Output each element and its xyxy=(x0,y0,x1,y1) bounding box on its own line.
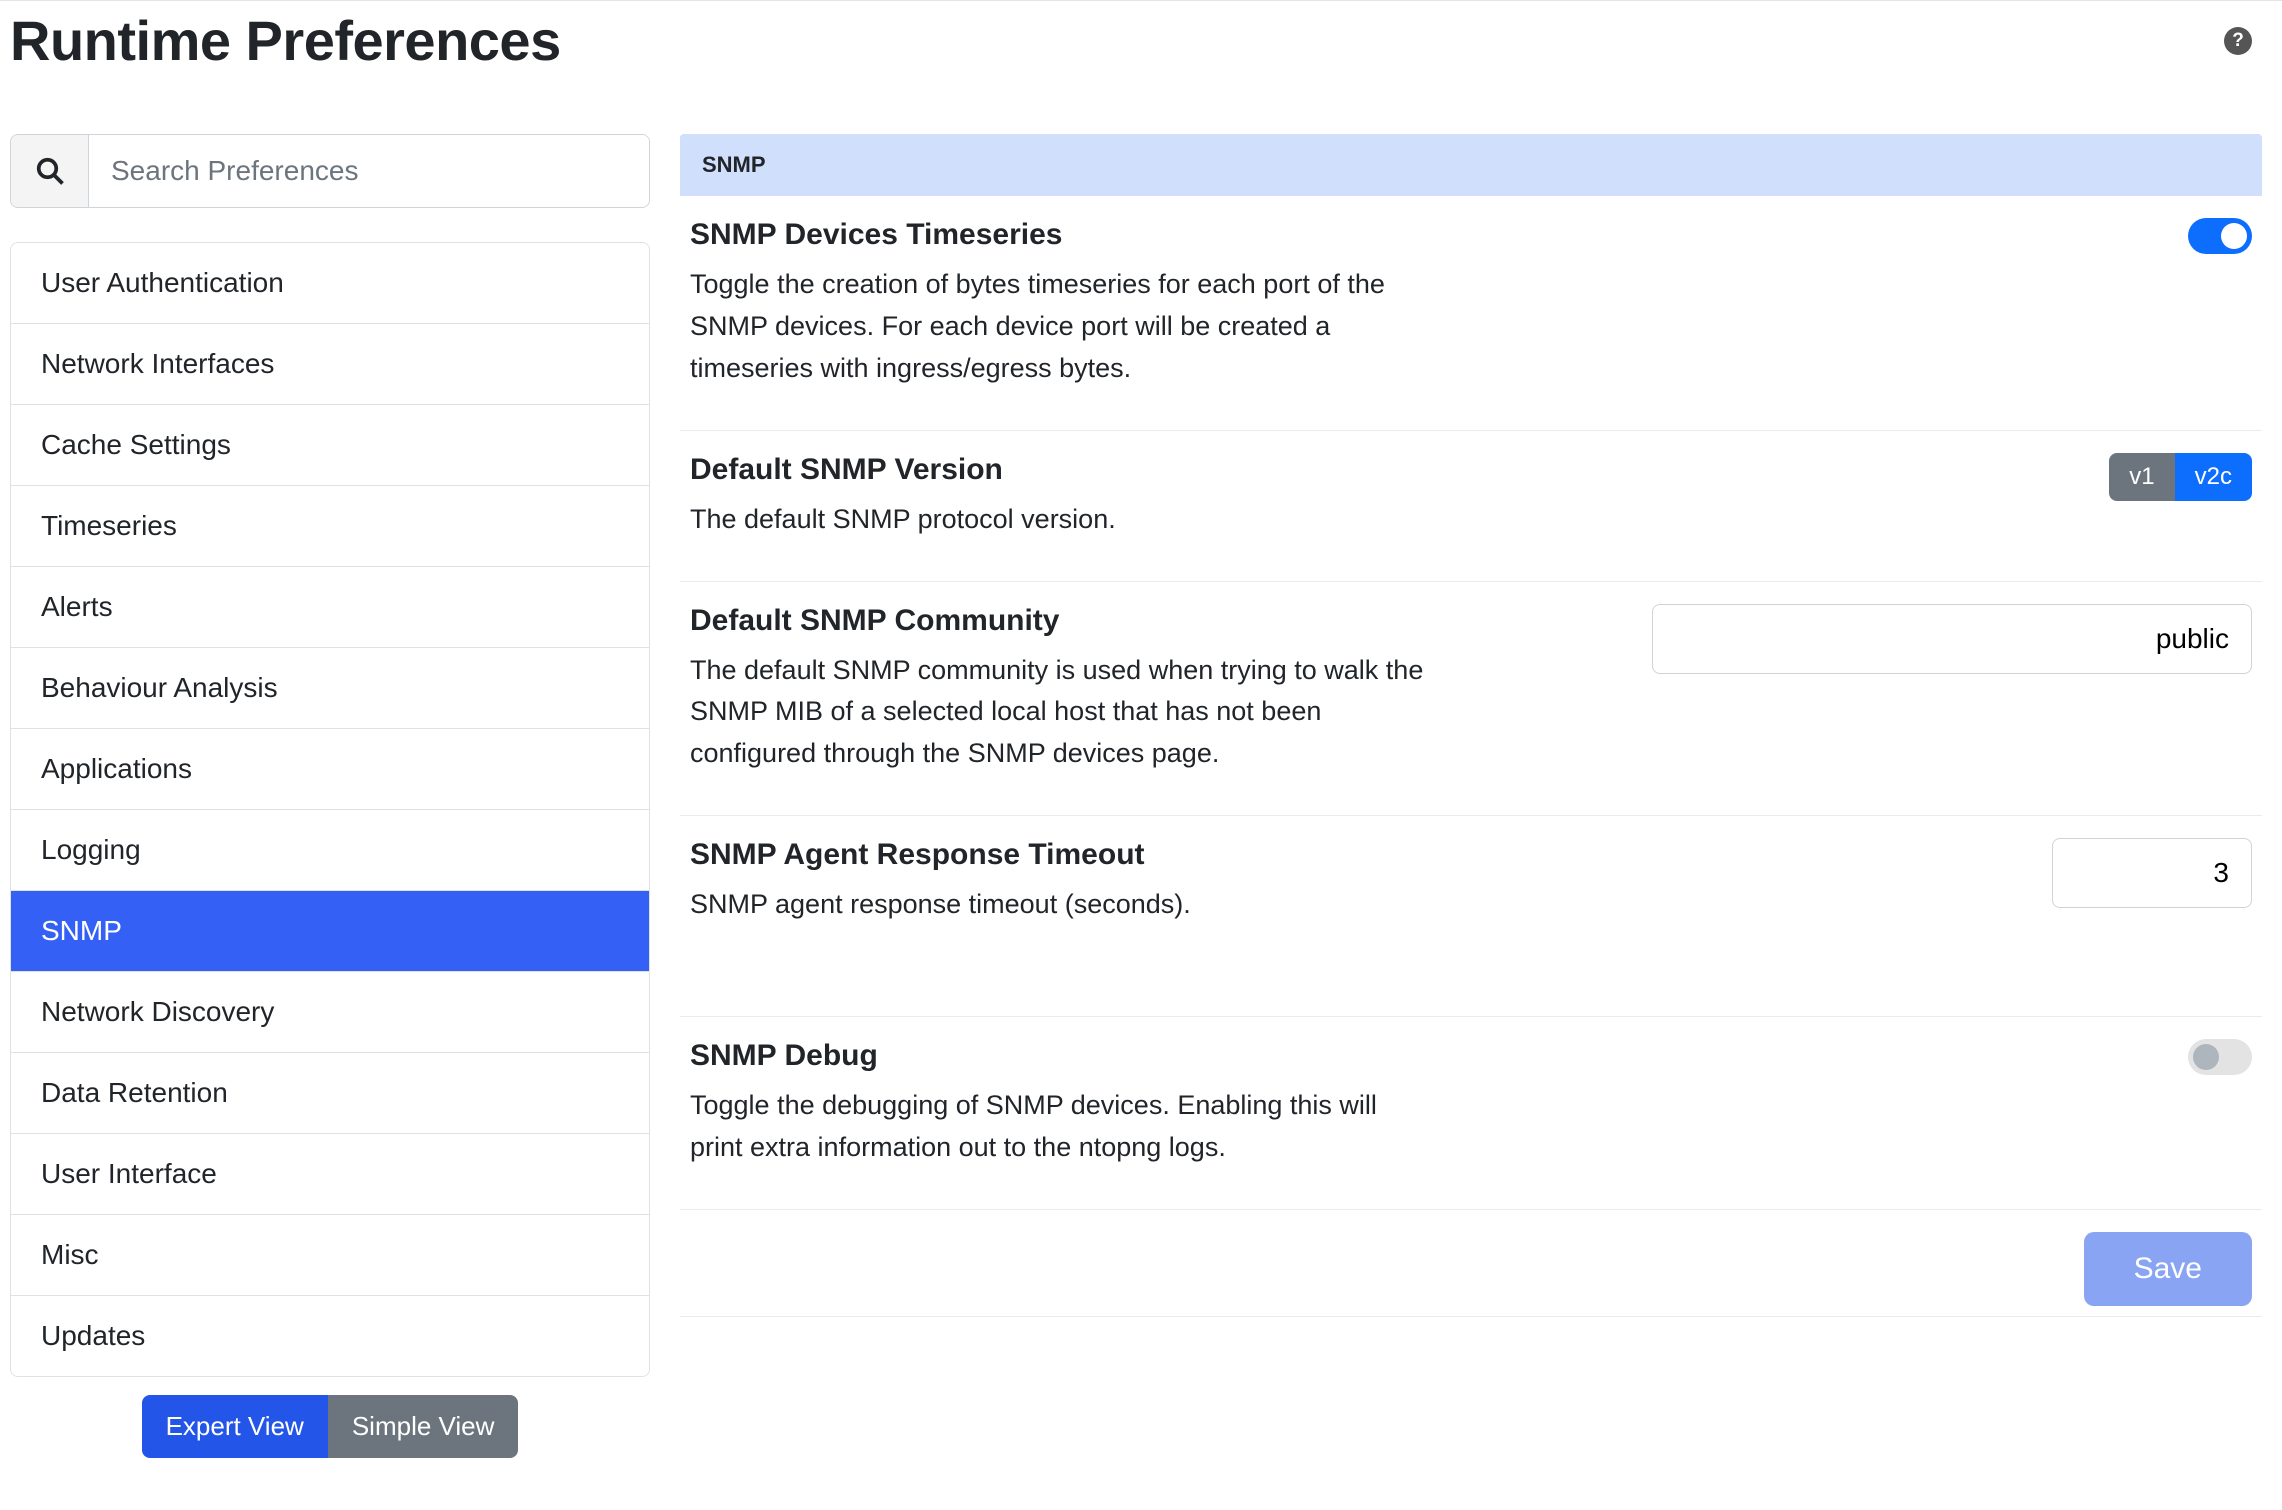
sidebar-item-timeseries[interactable]: Timeseries xyxy=(11,486,649,567)
simple-view-button[interactable]: Simple View xyxy=(328,1395,519,1458)
view-toggle: Expert View Simple View xyxy=(10,1395,650,1458)
setting-title: Default SNMP Version xyxy=(690,453,1430,487)
sidebar-item-logging[interactable]: Logging xyxy=(11,810,649,891)
sidebar-item-data-retention[interactable]: Data Retention xyxy=(11,1053,649,1134)
sidebar-item-alerts[interactable]: Alerts xyxy=(11,567,649,648)
setting-snmp-version: Default SNMP Version The default SNMP pr… xyxy=(680,431,2262,582)
sidebar-item-network-discovery[interactable]: Network Discovery xyxy=(11,972,649,1053)
snmp-community-input[interactable] xyxy=(1652,604,2252,674)
search-icon xyxy=(11,135,89,207)
setting-snmp-community: Default SNMP Community The default SNMP … xyxy=(680,582,2262,817)
setting-snmp-debug: SNMP Debug Toggle the debugging of SNMP … xyxy=(680,1017,2262,1210)
sidebar-item-user-authentication[interactable]: User Authentication xyxy=(11,243,649,324)
page-title: Runtime Preferences xyxy=(10,7,561,74)
setting-desc: SNMP agent response timeout (seconds). xyxy=(690,884,1430,926)
setting-title: SNMP Agent Response Timeout xyxy=(690,838,1430,872)
section-header: SNMP xyxy=(680,134,2262,196)
help-icon[interactable]: ? xyxy=(2224,27,2252,55)
snmp-version-segment: v1 v2c xyxy=(2109,453,2252,501)
setting-title: SNMP Devices Timeseries xyxy=(690,218,1430,252)
setting-title: Default SNMP Community xyxy=(690,604,1430,638)
setting-snmp-timeout: SNMP Agent Response Timeout SNMP agent r… xyxy=(680,816,2262,1017)
save-button[interactable]: Save xyxy=(2084,1232,2252,1306)
setting-desc: The default SNMP protocol version. xyxy=(690,499,1430,541)
search-group xyxy=(10,134,650,208)
snmp-version-v2c[interactable]: v2c xyxy=(2175,453,2252,501)
setting-desc: Toggle the creation of bytes timeseries … xyxy=(690,264,1430,390)
sidebar-nav: User AuthenticationNetwork InterfacesCac… xyxy=(10,242,650,1377)
sidebar-item-snmp[interactable]: SNMP xyxy=(11,891,649,972)
sidebar-item-network-interfaces[interactable]: Network Interfaces xyxy=(11,324,649,405)
sidebar-item-user-interface[interactable]: User Interface xyxy=(11,1134,649,1215)
sidebar-item-cache-settings[interactable]: Cache Settings xyxy=(11,405,649,486)
snmp-timeout-input[interactable] xyxy=(2052,838,2252,908)
snmp-debug-toggle[interactable] xyxy=(2188,1039,2252,1075)
sidebar-item-misc[interactable]: Misc xyxy=(11,1215,649,1296)
setting-snmp-timeseries: SNMP Devices Timeseries Toggle the creat… xyxy=(680,196,2262,431)
setting-desc: Toggle the debugging of SNMP devices. En… xyxy=(690,1085,1430,1169)
sidebar-item-updates[interactable]: Updates xyxy=(11,1296,649,1376)
sidebar-item-behaviour-analysis[interactable]: Behaviour Analysis xyxy=(11,648,649,729)
sidebar-item-applications[interactable]: Applications xyxy=(11,729,649,810)
setting-title: SNMP Debug xyxy=(690,1039,1430,1073)
snmp-version-v1[interactable]: v1 xyxy=(2109,453,2174,501)
snmp-timeseries-toggle[interactable] xyxy=(2188,218,2252,254)
setting-desc: The default SNMP community is used when … xyxy=(690,650,1430,776)
search-input[interactable] xyxy=(89,135,649,207)
expert-view-button[interactable]: Expert View xyxy=(142,1395,328,1458)
